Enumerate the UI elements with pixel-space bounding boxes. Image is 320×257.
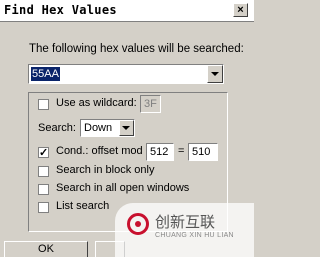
wildcard-label: Use as wildcard:: [56, 97, 137, 109]
close-icon: ×: [237, 4, 244, 16]
all-windows-label: Search in all open windows: [56, 182, 190, 194]
cond-offset-checkbox[interactable]: [38, 146, 49, 159]
list-search-label: List search: [56, 200, 110, 212]
chevron-down-icon: [211, 72, 219, 76]
block-only-label: Search in block only: [56, 164, 155, 176]
hex-values-dropdown-button[interactable]: [207, 65, 223, 83]
search-direction-value: Down: [84, 122, 113, 134]
hex-values-input[interactable]: 55AA: [31, 67, 60, 81]
search-direction-label: Search:: [38, 122, 76, 134]
search-caption: The following hex values will be searche…: [29, 43, 244, 55]
wildcard-value-field[interactable]: 3F: [140, 95, 161, 113]
dialog-title: Find Hex Values: [4, 3, 117, 17]
wildcard-checkbox[interactable]: [38, 99, 49, 110]
hex-values-combobox[interactable]: 55AA: [28, 64, 224, 84]
block-only-checkbox[interactable]: [38, 166, 49, 177]
cond-offset-label: Cond.: offset mod: [56, 145, 143, 157]
ok-button-label: OK: [38, 243, 54, 255]
offset-mod-input[interactable]: 512: [146, 143, 174, 161]
watermark: 创新互联 CHUANG XIN HU LIAN: [115, 203, 254, 257]
equals-sign: =: [178, 145, 185, 157]
watermark-brand: 创新互联: [155, 213, 216, 231]
offset-remainder-input[interactable]: 510: [188, 143, 218, 161]
search-direction-select[interactable]: Down: [80, 119, 135, 137]
find-hex-values-dialog: Find Hex Values × The following hex valu…: [0, 0, 254, 257]
all-windows-checkbox[interactable]: [38, 184, 49, 195]
watermark-subtitle: CHUANG XIN HU LIAN: [155, 232, 234, 239]
search-direction-dropdown-button[interactable]: [119, 120, 134, 136]
ok-button[interactable]: OK: [4, 241, 88, 257]
brand-logo-icon: [127, 213, 149, 235]
list-search-checkbox[interactable]: [38, 202, 49, 213]
close-button[interactable]: ×: [233, 3, 248, 17]
title-bar: Find Hex Values ×: [0, 0, 254, 22]
chevron-down-icon: [122, 126, 130, 130]
